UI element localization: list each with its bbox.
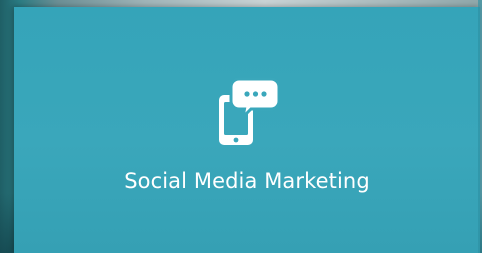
card-title: Social Media Marketing <box>124 169 370 193</box>
card-edge <box>478 0 482 253</box>
mobile-chat-icon <box>219 77 279 145</box>
service-card[interactable]: Social Media Marketing <box>14 7 480 253</box>
